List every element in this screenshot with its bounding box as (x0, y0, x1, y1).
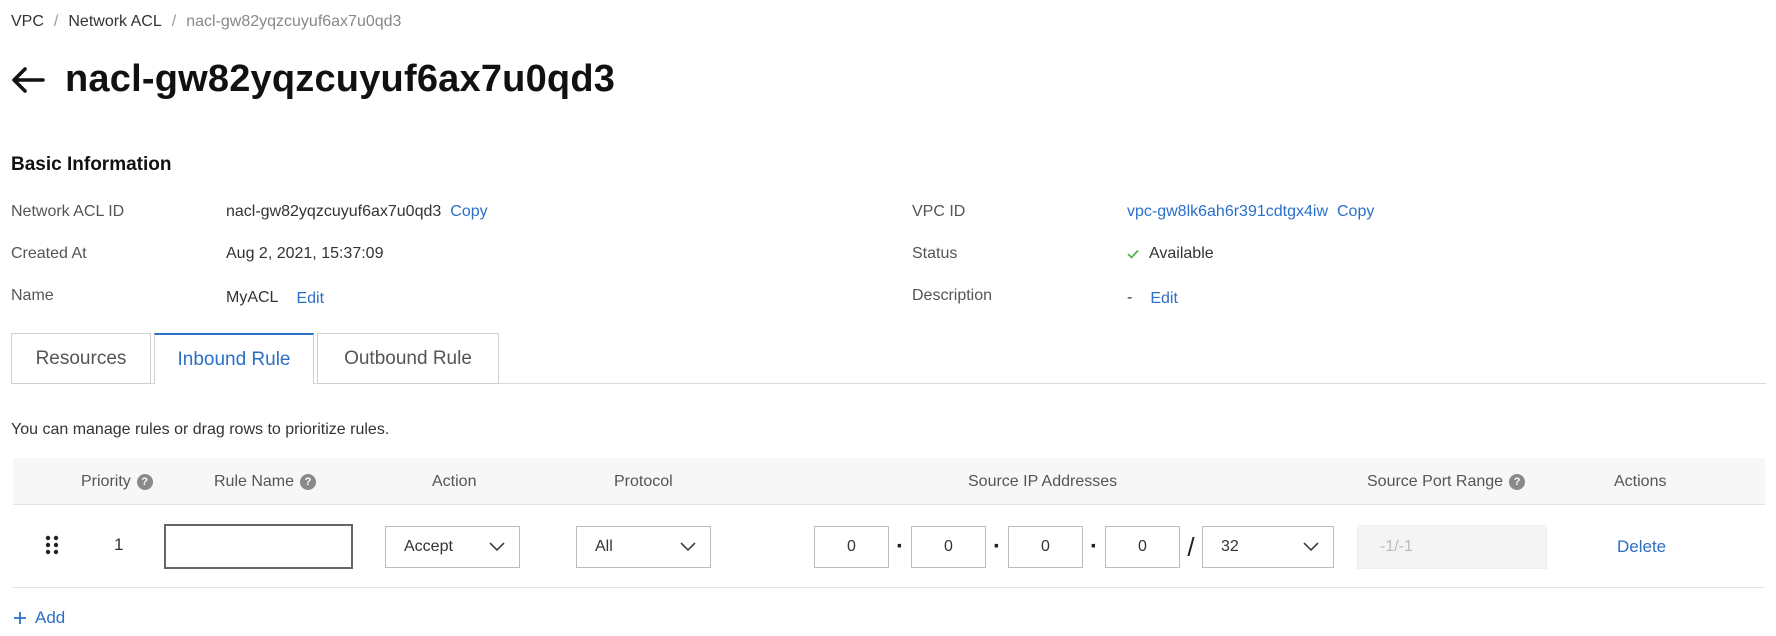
title-row: nacl-gw82yqzcuyuf6ax7u0qd3 (11, 58, 615, 101)
description-label: Description (912, 287, 993, 304)
tab-inbound-rule[interactable]: Inbound Rule (154, 333, 314, 385)
mask-select-value: 32 (1221, 538, 1239, 555)
tab-outbound-rule[interactable]: Outbound Rule (317, 333, 499, 384)
info-vpc-id: VPC ID vpc-gw8lk6ah6r391cdtgx4iw Copy (912, 203, 1374, 221)
rule-name-input[interactable] (164, 524, 353, 569)
header-action: Action (432, 472, 477, 490)
page-title: nacl-gw82yqzcuyuf6ax7u0qd3 (65, 58, 616, 100)
status-value: Available (1149, 245, 1214, 262)
network-acl-id-value: nacl-gw82yqzcuyuf6ax7u0qd3 (226, 203, 442, 220)
ip-dot: · (1090, 533, 1098, 560)
ip-dot: · (896, 533, 904, 560)
header-source-port-label: Source Port Range (1367, 472, 1504, 490)
header-rule-name: Rule Name ? (214, 458, 317, 505)
header-actions: Actions (1614, 472, 1667, 490)
back-arrow-icon[interactable] (11, 65, 45, 95)
rules-table-header: Priority ? Rule Name ? Action Protocol S… (13, 458, 1765, 505)
source-port-input[interactable]: -1/-1 (1357, 525, 1547, 569)
copy-vpc-id-button[interactable]: Copy (1337, 203, 1374, 221)
header-source-ip: Source IP Addresses (968, 472, 1118, 490)
protocol-select[interactable]: All (576, 526, 711, 568)
action-select[interactable]: Accept (385, 526, 520, 568)
basic-info-title: Basic Information (11, 154, 172, 175)
tab-resources[interactable]: Resources (11, 333, 151, 384)
description-value: - (1127, 288, 1133, 306)
rules-hint: You can manage rules or drag rows to pri… (11, 421, 390, 438)
breadcrumb-network-acl[interactable]: Network ACL (68, 13, 161, 31)
name-value: MyACL (226, 288, 279, 306)
add-rule-button[interactable]: Add (13, 608, 65, 628)
chevron-down-icon (680, 542, 696, 552)
check-icon (1127, 246, 1139, 263)
header-priority-label: Priority (81, 472, 131, 490)
vpc-id-label: VPC ID (912, 203, 966, 220)
network-acl-id-label: Network ACL ID (11, 203, 125, 220)
chevron-down-icon (489, 542, 505, 552)
breadcrumb-separator: / (171, 13, 177, 30)
mask-select[interactable]: 32 (1202, 526, 1334, 568)
help-icon[interactable]: ? (1509, 473, 1526, 490)
breadcrumb-separator: / (53, 13, 59, 30)
drag-handle-icon[interactable] (45, 535, 59, 555)
header-priority: Priority ? (81, 458, 153, 505)
name-label: Name (11, 287, 54, 304)
info-description: Description - Edit (912, 287, 1178, 307)
vpc-id-link[interactable]: vpc-gw8lk6ah6r391cdtgx4iw (1127, 203, 1328, 221)
info-created-at: Created At Aug 2, 2021, 15:37:09 (11, 245, 383, 263)
breadcrumb: VPC / Network ACL / nacl-gw82yqzcuyuf6ax… (11, 13, 401, 31)
created-at-value: Aug 2, 2021, 15:37:09 (226, 245, 384, 262)
breadcrumb-current: nacl-gw82yqzcuyuf6ax7u0qd3 (186, 13, 402, 30)
header-protocol: Protocol (614, 472, 673, 490)
ip-slash: / (1187, 531, 1195, 562)
chevron-down-icon (1303, 542, 1319, 552)
tab-bar: Resources Inbound Rule Outbound Rule (11, 333, 502, 385)
breadcrumb-vpc[interactable]: VPC (11, 13, 44, 31)
info-network-acl-id: Network ACL ID nacl-gw82yqzcuyuf6ax7u0qd… (11, 203, 488, 221)
ip-dot: · (993, 533, 1001, 560)
info-status: Status Available (912, 245, 1214, 263)
source-ip-group: 0 · 0 · 0 · 0 / 32 (814, 526, 1334, 568)
created-at-label: Created At (11, 245, 87, 262)
header-source-port: Source Port Range ? (1367, 458, 1526, 505)
status-label: Status (912, 245, 958, 262)
ip-octet-2-input[interactable]: 0 (911, 526, 986, 568)
table-row: 1 Accept All 0 · 0 · 0 · 0 / 32 -1/-1 De… (13, 505, 1765, 588)
plus-icon (13, 610, 27, 626)
copy-acl-id-button[interactable]: Copy (450, 203, 487, 221)
ip-octet-4-input[interactable]: 0 (1105, 526, 1180, 568)
header-rule-name-label: Rule Name (214, 472, 295, 490)
edit-name-button[interactable]: Edit (296, 290, 324, 308)
ip-octet-1-input[interactable]: 0 (814, 526, 889, 568)
help-icon[interactable]: ? (300, 473, 317, 490)
info-name: Name MyACL Edit (11, 287, 324, 307)
action-select-value: Accept (404, 538, 453, 555)
edit-description-button[interactable]: Edit (1150, 290, 1178, 308)
delete-rule-button[interactable]: Delete (1617, 537, 1666, 557)
ip-octet-3-input[interactable]: 0 (1008, 526, 1083, 568)
protocol-select-value: All (595, 538, 613, 555)
help-icon[interactable]: ? (136, 473, 153, 490)
add-rule-label: Add (35, 608, 66, 627)
row-priority: 1 (114, 535, 124, 554)
